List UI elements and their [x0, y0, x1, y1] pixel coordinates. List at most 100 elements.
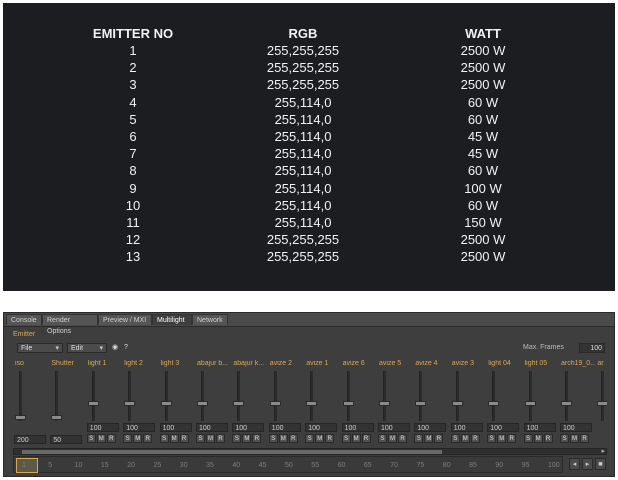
solo-button[interactable]: S [196, 434, 205, 443]
solo-button[interactable]: S [305, 434, 315, 443]
tab-network[interactable]: Network [192, 314, 228, 325]
solo-button[interactable]: S [341, 434, 351, 443]
channel-value-input[interactable]: 100 [232, 423, 265, 432]
channel-value-input[interactable]: 100 [268, 423, 301, 432]
channel-slider[interactable] [15, 371, 26, 421]
camera-icon[interactable]: ◉ [110, 343, 120, 353]
reset-button[interactable]: R [179, 434, 189, 443]
channel-value-input[interactable]: 100 [523, 423, 556, 432]
reset-button[interactable]: R [434, 434, 444, 443]
reset-button[interactable]: R [252, 434, 262, 443]
channel-value-input[interactable]: 100 [86, 423, 119, 432]
solo-button[interactable]: S [232, 434, 242, 443]
mute-button[interactable]: M [570, 434, 579, 443]
reset-button[interactable]: R [288, 434, 298, 443]
previous-frame-icon[interactable]: ◂ [569, 458, 580, 470]
mute-button[interactable]: M [388, 434, 397, 443]
channel-value-input[interactable]: 100 [414, 423, 447, 432]
scroll-right-icon[interactable]: ▸ [601, 448, 605, 455]
mute-button[interactable]: M [424, 434, 434, 443]
solo-button[interactable]: S [450, 434, 460, 443]
channel-value-input[interactable]: 100 [487, 423, 520, 432]
timeline-slider[interactable]: 1 5 10 15 20 25 30 35 40 45 50 55 60 65 70 75 80 85 90 95 10… [13, 456, 563, 473]
help-icon[interactable]: ? [121, 343, 131, 353]
slider-thumb[interactable] [561, 401, 572, 406]
solo-button[interactable]: S [268, 434, 278, 443]
slider-thumb[interactable] [233, 401, 245, 406]
channel-slider[interactable] [524, 371, 536, 421]
mute-button[interactable]: M [278, 434, 288, 443]
slider-thumb[interactable] [15, 415, 26, 420]
horizontal-scrollbar[interactable]: ▸ [13, 448, 607, 455]
reset-button[interactable]: R [361, 434, 371, 443]
edit-menu-dropdown[interactable]: Edit ▾ [67, 343, 107, 353]
next-frame-icon[interactable]: ▸ [582, 458, 593, 470]
solo-button[interactable]: S [523, 434, 533, 443]
channel-slider[interactable] [379, 371, 390, 421]
reset-button[interactable]: R [106, 434, 116, 443]
channel-value-input[interactable]: 100 [341, 423, 374, 432]
channel-slider[interactable] [197, 371, 208, 421]
tab-render-options[interactable]: Render Options [42, 314, 98, 335]
solo-button[interactable]: S [378, 434, 387, 443]
reset-button[interactable]: R [470, 434, 480, 443]
slider-thumb[interactable] [87, 401, 99, 406]
mute-button[interactable]: M [533, 434, 543, 443]
channel-value-input[interactable]: 100 [159, 423, 192, 432]
timeline-cursor[interactable] [16, 458, 38, 473]
channel-slider[interactable] [269, 371, 281, 421]
channel-value-input[interactable]: 100 [560, 423, 592, 432]
reset-button[interactable]: R [216, 434, 225, 443]
channel-slider[interactable] [488, 371, 500, 421]
slider-thumb[interactable] [597, 401, 608, 406]
slider-thumb[interactable] [197, 401, 208, 406]
mute-button[interactable]: M [351, 434, 361, 443]
solo-button[interactable]: S [123, 434, 133, 443]
solo-button[interactable]: S [414, 434, 424, 443]
channel-value-input[interactable]: 50 [50, 435, 83, 444]
slider-thumb[interactable] [51, 415, 63, 420]
reset-button[interactable]: R [143, 434, 153, 443]
tab-multilight[interactable]: Multilight [152, 314, 192, 325]
mute-button[interactable]: M [242, 434, 252, 443]
file-menu-dropdown[interactable]: File ▾ [17, 343, 63, 353]
reset-button[interactable]: R [325, 434, 335, 443]
channel-value-input[interactable]: 100 [450, 423, 483, 432]
channel-value-input[interactable]: 100 [196, 423, 228, 432]
reset-button[interactable]: R [507, 434, 517, 443]
slider-thumb[interactable] [379, 401, 390, 406]
channel-slider[interactable] [51, 371, 63, 421]
mute-button[interactable]: M [460, 434, 470, 443]
solo-button[interactable]: S [159, 434, 169, 443]
reset-button[interactable]: R [543, 434, 553, 443]
solo-button[interactable]: S [560, 434, 569, 443]
solo-button[interactable]: S [86, 434, 96, 443]
mute-button[interactable]: M [96, 434, 106, 443]
mute-button[interactable]: M [497, 434, 507, 443]
channel-slider[interactable] [597, 371, 608, 421]
slider-thumb[interactable] [306, 401, 318, 406]
channel-slider[interactable] [451, 371, 463, 421]
slider-thumb[interactable] [124, 401, 136, 406]
slider-thumb[interactable] [269, 401, 281, 406]
reset-button[interactable]: R [398, 434, 407, 443]
channel-slider[interactable] [87, 371, 99, 421]
channel-slider[interactable] [233, 371, 245, 421]
reset-button[interactable]: R [580, 434, 589, 443]
channel-value-input[interactable]: 100 [123, 423, 156, 432]
channel-slider[interactable] [342, 371, 354, 421]
slider-thumb[interactable] [342, 401, 354, 406]
channel-slider[interactable] [306, 371, 318, 421]
slider-thumb[interactable] [415, 401, 427, 406]
channel-value-input[interactable]: 100 [305, 423, 338, 432]
channel-value-input[interactable]: 100 [378, 423, 410, 432]
mute-button[interactable]: M [133, 434, 143, 443]
slider-thumb[interactable] [160, 401, 172, 406]
channel-slider[interactable] [415, 371, 427, 421]
mute-button[interactable]: M [169, 434, 179, 443]
mute-button[interactable]: M [315, 434, 325, 443]
channel-slider[interactable] [561, 371, 572, 421]
mute-button[interactable]: M [206, 434, 215, 443]
stop-icon[interactable]: ■ [595, 458, 606, 470]
channel-slider[interactable] [160, 371, 172, 421]
